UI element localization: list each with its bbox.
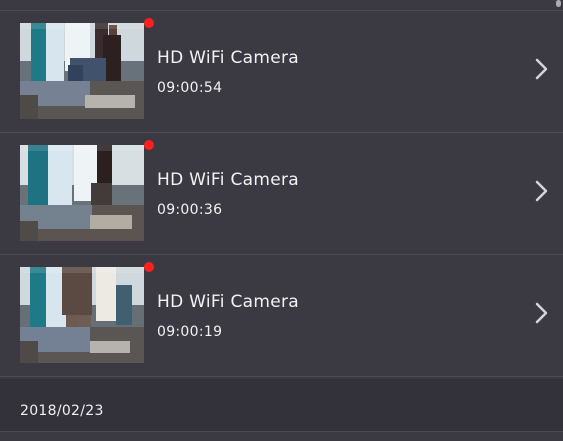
camera-thumbnail[interactable] [20,267,144,363]
date-section-header: 2018/02/23 [0,379,563,431]
event-list: HD WiFi Camera 09:00:54 HD WiFi Camera 0… [0,11,563,377]
event-time: 09:00:19 [157,324,223,340]
scrollbar[interactable] [556,0,561,7]
event-row[interactable]: HD WiFi Camera 09:00:19 [0,255,563,377]
camera-name: HD WiFi Camera [157,292,300,312]
chevron-right-icon[interactable] [529,301,553,325]
camera-thumbnail[interactable] [20,145,144,241]
camera-thumbnail[interactable] [20,23,144,119]
camera-name: HD WiFi Camera [157,48,300,68]
event-row[interactable]: HD WiFi Camera 09:00:36 [0,133,563,255]
event-time: 09:00:54 [157,80,223,96]
chevron-right-icon[interactable] [529,179,553,203]
thumbnail-container[interactable] [20,140,154,241]
camera-name: HD WiFi Camera [157,170,300,190]
recording-dot-icon [144,140,154,150]
bottom-strip [0,431,563,441]
thumbnail-container[interactable] [20,262,154,363]
thumbnail-container[interactable] [20,18,154,119]
recording-dot-icon [144,18,154,28]
event-time: 09:00:36 [157,202,223,218]
camera-event-list-screen: HD WiFi Camera 09:00:54 HD WiFi Camera 0… [0,0,563,441]
event-row[interactable]: HD WiFi Camera 09:00:54 [0,11,563,133]
date-label: 2018/02/23 [20,403,104,419]
recording-dot-icon [144,262,154,272]
chevron-right-icon[interactable] [529,57,553,81]
